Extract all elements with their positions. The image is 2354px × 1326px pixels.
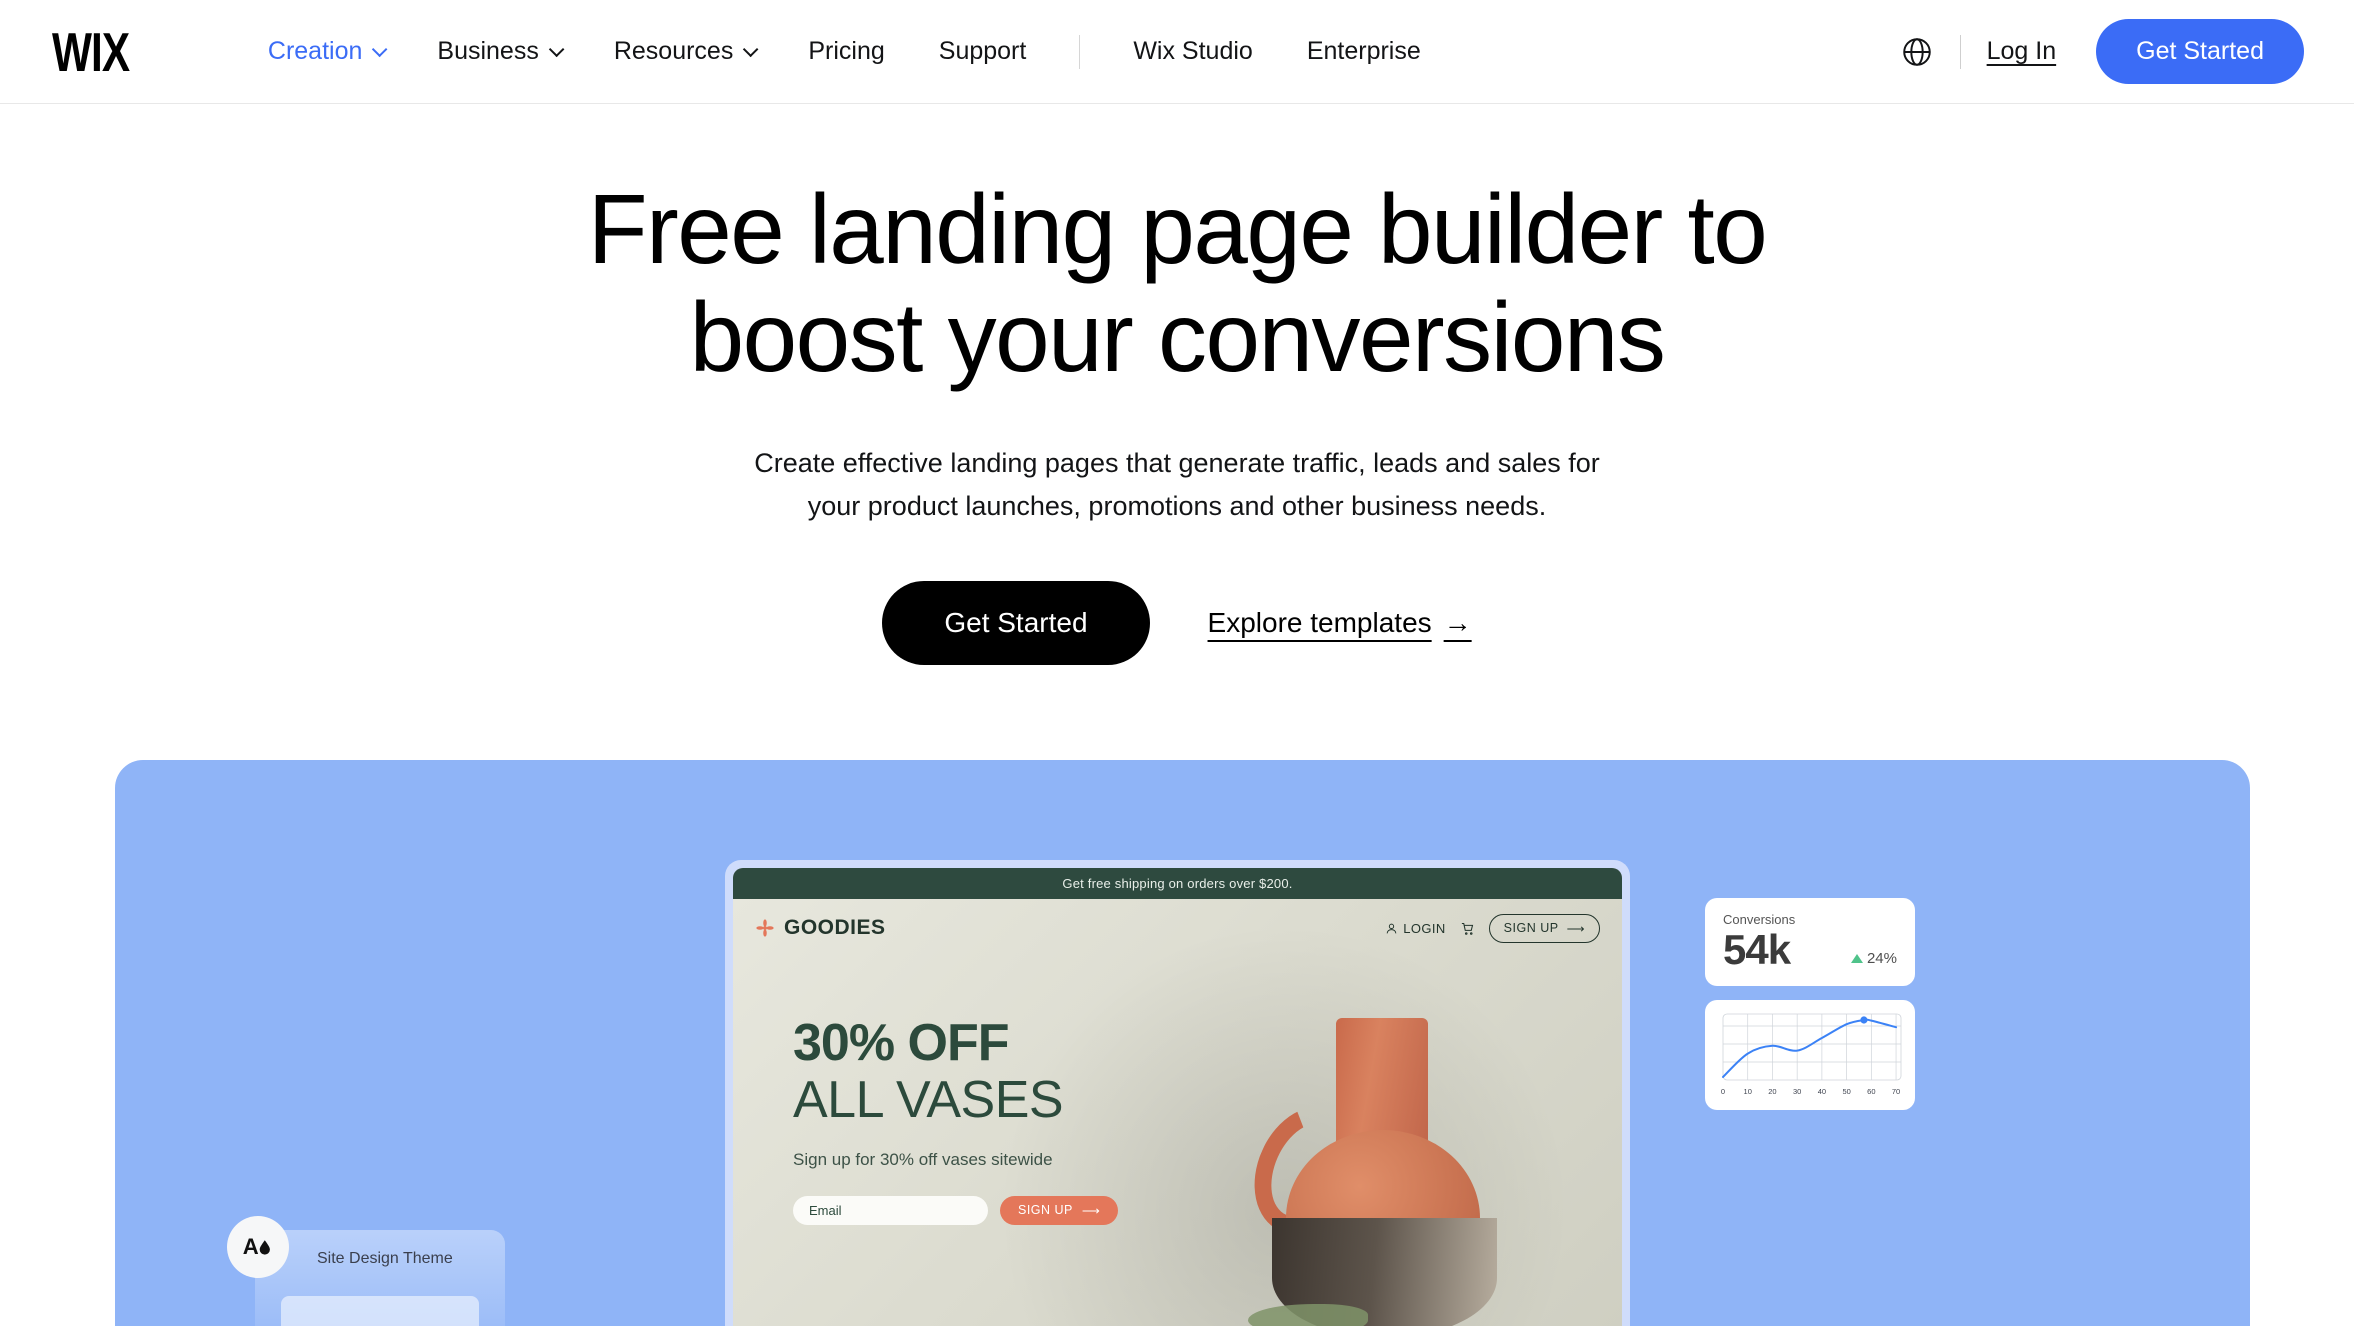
svg-text:40: 40 — [1818, 1087, 1826, 1096]
arrow-right-icon: → — [1443, 607, 1472, 639]
explore-templates-link[interactable]: Explore templates → — [1208, 607, 1472, 639]
line-chart: 0 10 20 30 40 50 60 70 — [1721, 1013, 1902, 1096]
flower-icon — [756, 919, 774, 937]
chevron-down-icon — [743, 41, 759, 58]
get-started-header-button[interactable]: Get Started — [2096, 19, 2304, 84]
mockup-signup-button[interactable]: SIGN UP ⟶ — [1488, 913, 1600, 943]
mockup-site-body: GOODIES LOGIN SIGN UP ⟶ 30% OFF ALL VASE… — [733, 899, 1622, 1326]
promo-subheadline: ALL VASES — [793, 1071, 1064, 1129]
person-icon — [1386, 923, 1397, 933]
theme-panel-label: Site Design Theme — [317, 1250, 453, 1267]
nav-label: Pricing — [808, 37, 885, 65]
svg-text:70: 70 — [1892, 1087, 1900, 1096]
header-actions: Log In Get Started — [1900, 19, 2304, 84]
mockup-brand[interactable]: GOODIES — [755, 916, 886, 940]
leaf — [1248, 1304, 1368, 1326]
site-mockup: Get free shipping on orders over $200. G… — [725, 860, 1630, 1326]
site-design-theme-panel[interactable]: A Site Design Theme — [227, 1216, 505, 1326]
svg-text:A: A — [243, 1234, 259, 1259]
conversions-stat-card: Conversions 54k 24% — [1705, 898, 1915, 986]
cart-icon[interactable] — [1460, 921, 1475, 936]
arrow-right-icon: ⟶ — [1566, 921, 1585, 936]
nav-divider — [1079, 34, 1081, 69]
svg-text:60: 60 — [1867, 1087, 1875, 1096]
mockup-signup-form: Email SIGN UP ⟶ — [793, 1195, 1119, 1225]
mockup-login-label: LOGIN — [1403, 920, 1446, 936]
mockup-login-link[interactable]: LOGIN — [1385, 921, 1445, 936]
theme-droplet-icon: A — [227, 1216, 289, 1278]
headline-line-2: boost your conversions — [689, 281, 1666, 392]
theme-icon-glyph: A — [243, 1234, 270, 1259]
announcement-bar: Get free shipping on orders over $200. — [733, 868, 1622, 899]
form-submit-label: SIGN UP — [1018, 1203, 1073, 1218]
nav-item-resources[interactable]: Resources — [587, 37, 782, 66]
subheading-line-2: your product launches, promotions and ot… — [807, 491, 1547, 522]
explore-templates-label: Explore templates — [1207, 607, 1432, 639]
nav-label: Business — [437, 37, 539, 65]
svg-text:0: 0 — [1721, 1087, 1725, 1096]
header-divider — [1959, 34, 1961, 69]
mockup-nav-actions: LOGIN SIGN UP ⟶ — [1385, 913, 1600, 943]
svg-text:10: 10 — [1744, 1087, 1752, 1096]
stat-label: Conversions — [1723, 912, 1796, 927]
nav-label: Support — [938, 37, 1027, 65]
globe-icon[interactable] — [1900, 35, 1934, 69]
svg-text:20: 20 — [1768, 1087, 1776, 1096]
wix-landing-page: WIX Creation Business Resources Pricing … — [0, 0, 2354, 1326]
svg-text:30: 30 — [1793, 1087, 1801, 1096]
stat-delta-label: 24% — [1866, 950, 1897, 967]
mockup-brand-label: GOODIES — [784, 916, 886, 939]
theme-panel-body — [281, 1296, 479, 1326]
nav-item-pricing[interactable]: Pricing — [781, 37, 911, 66]
site-header: WIX Creation Business Resources Pricing … — [0, 0, 2354, 104]
main-navigation: Creation Business Resources Pricing Supp… — [241, 34, 1448, 69]
stat-value: 54k — [1723, 926, 1791, 973]
get-started-hero-button[interactable]: Get Started — [882, 581, 1150, 666]
nav-label: Resources — [613, 37, 734, 65]
nav-item-wix-studio[interactable]: Wix Studio — [1106, 37, 1279, 66]
nav-label: Enterprise — [1306, 37, 1421, 65]
hero-subheading: Create effective landing pages that gene… — [0, 442, 2354, 529]
login-link[interactable]: Log In — [1987, 37, 2057, 66]
arrow-right-icon: ⟶ — [1081, 1203, 1101, 1218]
subheading-line-1: Create effective landing pages that gene… — [754, 447, 1600, 478]
chevron-down-icon — [548, 41, 565, 58]
hero-cta-row: Get Started Explore templates → — [0, 581, 2354, 666]
promo-headline: 30% OFF — [793, 1014, 1010, 1072]
nav-label: Creation — [267, 37, 363, 65]
nav-item-creation[interactable]: Creation — [241, 37, 411, 66]
nav-label: Wix Studio — [1133, 37, 1253, 65]
hero-section: Free landing page builder to boost your … — [0, 104, 2354, 666]
headline-line-1: Free landing page builder to — [587, 174, 1768, 284]
mockup-promo-block: 30% OFF ALL VASES Sign up for 30% off va… — [793, 1014, 1119, 1225]
page-title: Free landing page builder to boost your … — [0, 174, 2354, 392]
hero-showcase-panel: Get free shipping on orders over $200. G… — [115, 760, 2250, 1326]
email-input[interactable]: Email — [793, 1195, 988, 1225]
mockup-topbar: GOODIES LOGIN SIGN UP ⟶ — [733, 899, 1622, 957]
chevron-down-icon — [372, 41, 388, 58]
mockup-viewport: Get free shipping on orders over $200. G… — [733, 868, 1622, 1326]
triangle-up-icon — [1850, 954, 1863, 963]
mockup-signup-label: SIGN UP — [1503, 921, 1559, 935]
nav-item-support[interactable]: Support — [912, 37, 1054, 66]
promo-caption: Sign up for 30% off vases sitewide — [793, 1149, 1053, 1169]
vase-product-image — [1235, 1000, 1544, 1326]
stat-row: 54k 24% — [1723, 929, 1897, 971]
svg-text:50: 50 — [1842, 1087, 1850, 1096]
nav-item-enterprise[interactable]: Enterprise — [1280, 37, 1448, 66]
conversions-chart-card: 0 10 20 30 40 50 60 70 — [1705, 1000, 1915, 1110]
theme-panel-header: Site Design Theme — [255, 1230, 505, 1288]
status-badge: 24% — [1850, 950, 1897, 971]
nav-item-business[interactable]: Business — [410, 37, 586, 66]
mockup-form-submit-button[interactable]: SIGN UP ⟶ — [1000, 1195, 1119, 1225]
wix-logo[interactable]: WIX — [52, 24, 130, 78]
